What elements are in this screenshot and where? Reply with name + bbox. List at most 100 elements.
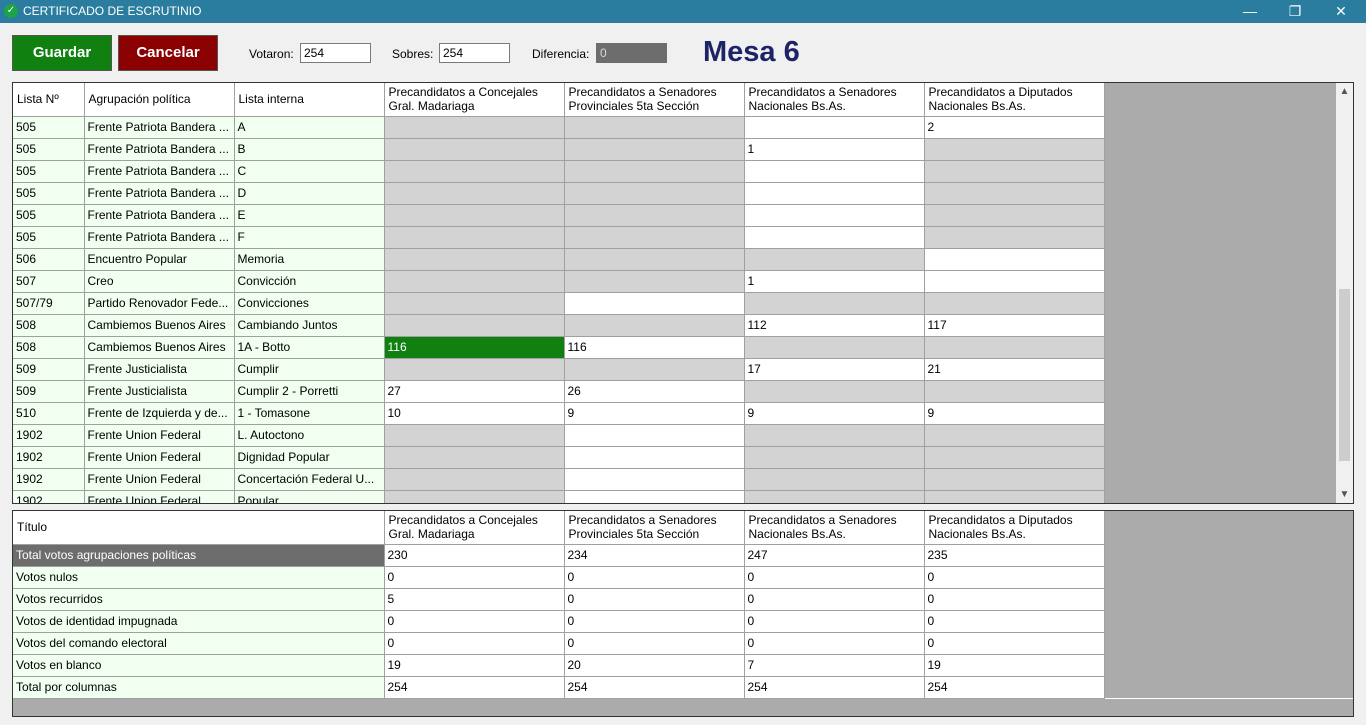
vote-cell[interactable]: 1 [744, 138, 925, 161]
close-icon[interactable]: ✕ [1318, 0, 1364, 23]
vote-cell[interactable] [384, 138, 565, 161]
vote-cell[interactable]: 19 [924, 654, 1105, 677]
lists-grid[interactable]: Lista Nº Agrupación política Lista interna… [12, 82, 1354, 504]
vote-cell[interactable]: 27 [384, 380, 565, 403]
vote-cell[interactable]: 0 [564, 566, 745, 589]
column-header[interactable]: Precandidatos a Diputados Nacionales Bs.… [924, 83, 1105, 117]
vote-cell[interactable] [744, 182, 925, 205]
vote-cell[interactable]: 117 [924, 314, 1105, 337]
vote-cell[interactable]: 116 [384, 336, 565, 359]
vote-cell[interactable] [744, 292, 925, 315]
vote-cell[interactable] [744, 424, 925, 447]
vote-cell[interactable] [744, 116, 925, 139]
column-header[interactable]: Precandidatos a Senadores Provinciales 5… [564, 83, 745, 117]
vote-cell[interactable] [564, 160, 745, 183]
scroll-thumb[interactable] [1339, 289, 1350, 461]
vote-cell[interactable] [384, 358, 565, 381]
vote-cell[interactable] [924, 292, 1105, 315]
vote-cell[interactable]: 17 [744, 358, 925, 381]
minimize-icon[interactable]: — [1227, 0, 1273, 23]
vote-cell[interactable] [564, 314, 745, 337]
vote-cell[interactable] [384, 446, 565, 469]
sobres-field[interactable]: 254 [439, 43, 510, 63]
vote-cell[interactable] [924, 490, 1105, 503]
vote-cell[interactable] [744, 248, 925, 271]
vote-cell[interactable] [384, 490, 565, 503]
column-header[interactable]: Precandidatos a Senadores Nacionales Bs.… [744, 511, 925, 545]
vote-cell[interactable]: 234 [564, 544, 745, 567]
vote-cell[interactable]: 230 [384, 544, 565, 567]
totals-grid[interactable]: Título Precandidatos a Concejales Gral. M… [12, 510, 1354, 717]
cancelar-button[interactable]: Cancelar [118, 35, 218, 71]
vote-cell[interactable] [384, 182, 565, 205]
vote-cell[interactable] [564, 116, 745, 139]
vote-cell[interactable] [924, 380, 1105, 403]
vote-cell[interactable]: 254 [924, 676, 1105, 699]
vote-cell[interactable]: 26 [564, 380, 745, 403]
vote-cell[interactable]: 0 [924, 632, 1105, 655]
column-header[interactable]: Precandidatos a Concejales Gral. Madaria… [384, 511, 565, 545]
vote-cell[interactable]: 116 [564, 336, 745, 359]
vote-cell[interactable] [924, 160, 1105, 183]
vote-cell[interactable] [924, 182, 1105, 205]
vote-cell[interactable] [384, 204, 565, 227]
vote-cell[interactable]: 235 [924, 544, 1105, 567]
vote-cell[interactable] [564, 292, 745, 315]
vote-cell[interactable] [924, 468, 1105, 491]
vote-cell[interactable]: 254 [564, 676, 745, 699]
vote-cell[interactable]: 0 [924, 610, 1105, 633]
vote-cell[interactable]: 7 [744, 654, 925, 677]
vote-cell[interactable] [744, 490, 925, 503]
vote-cell[interactable] [564, 270, 745, 293]
vote-cell[interactable] [384, 116, 565, 139]
vote-cell[interactable]: 0 [924, 588, 1105, 611]
vote-cell[interactable]: 21 [924, 358, 1105, 381]
vote-cell[interactable]: 1 [744, 270, 925, 293]
vote-cell[interactable]: 2 [924, 116, 1105, 139]
vote-cell[interactable] [924, 336, 1105, 359]
vote-cell[interactable] [384, 226, 565, 249]
column-header[interactable]: Precandidatos a Senadores Nacionales Bs.… [744, 83, 925, 117]
vote-cell[interactable] [384, 292, 565, 315]
vote-cell[interactable] [924, 204, 1105, 227]
vote-cell[interactable] [384, 468, 565, 491]
vote-cell[interactable] [924, 270, 1105, 293]
vote-cell[interactable]: 254 [384, 676, 565, 699]
vote-cell[interactable]: 0 [744, 610, 925, 633]
vote-cell[interactable] [384, 160, 565, 183]
vote-cell[interactable]: 19 [384, 654, 565, 677]
vote-cell[interactable] [744, 226, 925, 249]
lists-scrollbar[interactable]: ▲ ▼ [1336, 83, 1353, 503]
vote-cell[interactable] [564, 182, 745, 205]
vote-cell[interactable] [564, 424, 745, 447]
vote-cell[interactable] [744, 446, 925, 469]
vote-cell[interactable]: 0 [384, 566, 565, 589]
column-header[interactable]: Título [13, 511, 385, 545]
scroll-down-icon[interactable]: ▼ [1336, 486, 1353, 503]
vote-cell[interactable] [564, 490, 745, 503]
vote-cell[interactable]: 9 [744, 402, 925, 425]
column-header[interactable]: Agrupación política [84, 83, 235, 117]
vote-cell[interactable] [384, 314, 565, 337]
vote-cell[interactable]: 5 [384, 588, 565, 611]
vote-cell[interactable] [564, 446, 745, 469]
scroll-up-icon[interactable]: ▲ [1336, 83, 1353, 100]
vote-cell[interactable] [924, 226, 1105, 249]
vote-cell[interactable]: 0 [384, 632, 565, 655]
vote-cell[interactable] [744, 160, 925, 183]
vote-cell[interactable]: 0 [744, 632, 925, 655]
vote-cell[interactable] [744, 468, 925, 491]
vote-cell[interactable] [744, 204, 925, 227]
column-header[interactable]: Lista Nº [13, 83, 85, 117]
vote-cell[interactable] [564, 138, 745, 161]
vote-cell[interactable]: 254 [744, 676, 925, 699]
vote-cell[interactable] [924, 424, 1105, 447]
vote-cell[interactable]: 0 [744, 566, 925, 589]
votaron-field[interactable]: 254 [300, 43, 371, 63]
column-header[interactable]: Precandidatos a Concejales Gral. Madaria… [384, 83, 565, 117]
restore-icon[interactable]: ❐ [1272, 0, 1318, 23]
vote-cell[interactable] [384, 424, 565, 447]
vote-cell[interactable] [564, 204, 745, 227]
vote-cell[interactable] [744, 336, 925, 359]
vote-cell[interactable] [564, 468, 745, 491]
